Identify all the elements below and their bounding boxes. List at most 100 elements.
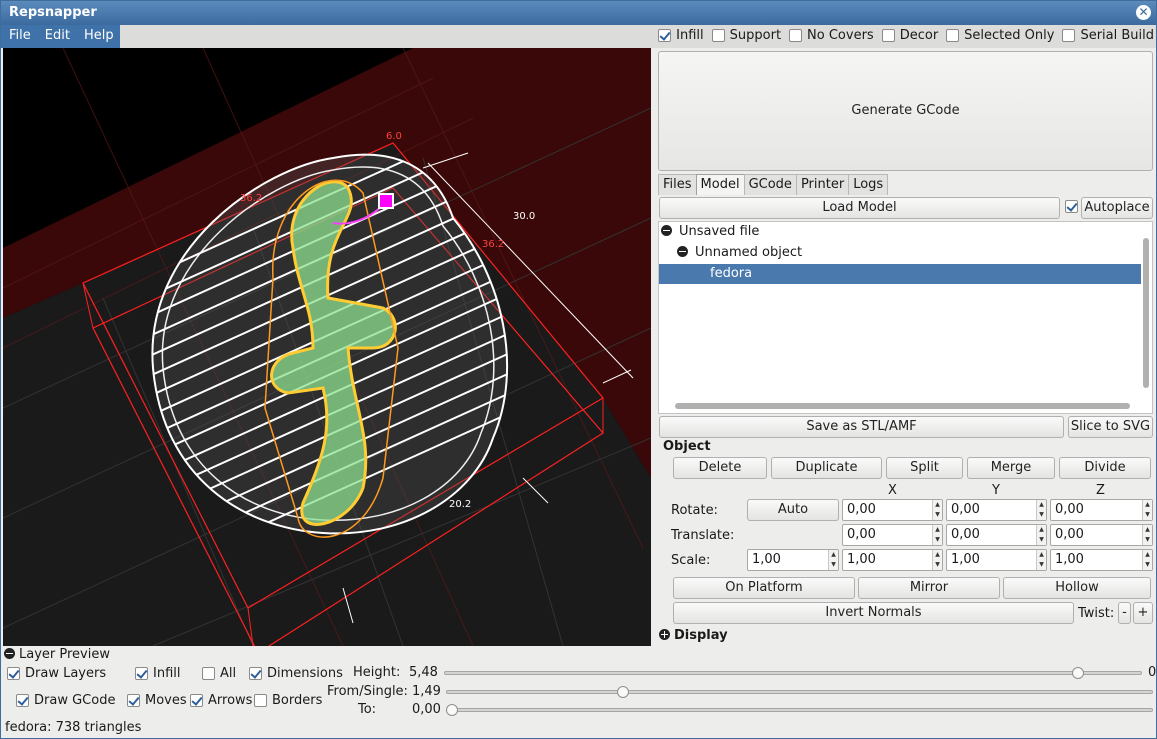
auto-rotate-button[interactable]: Auto (747, 499, 839, 521)
twist-label: Twist: (1078, 606, 1115, 621)
view-options: Infill Support No Covers Decor Selected … (650, 28, 1154, 43)
tree-row-file[interactable]: Unsaved file (659, 222, 1141, 242)
to-value: 0,00 (412, 702, 441, 717)
layer-preview-expander[interactable]: Layer Preview (4, 647, 110, 662)
print-preview[interactable]: 6.0 36.2 30.0 36.2 20.2 (3, 48, 651, 646)
scale-label: Scale: (671, 553, 711, 568)
checkbox-icon (1062, 29, 1076, 42)
dim-label-z: 6.0 (386, 131, 402, 142)
checkbox-icon (16, 694, 29, 707)
to-label: To: (358, 702, 377, 717)
from-single-slider[interactable] (446, 686, 1153, 698)
layer-infill-checkbox[interactable]: Infill (135, 666, 181, 681)
slice-svg-button[interactable]: Slice to SVG (1068, 416, 1153, 438)
borders-checkbox[interactable]: Borders (254, 693, 322, 708)
draw-layers-checkbox[interactable]: Draw Layers (7, 666, 106, 681)
checkbox-icon (249, 667, 262, 680)
app-window: Repsnapper ✕ File Edit Help Infill Suppo… (0, 0, 1157, 739)
hollow-button[interactable]: Hollow (1003, 577, 1151, 599)
load-model-button[interactable]: Load Model (659, 197, 1060, 219)
from-single-label: From/Single: (327, 684, 408, 699)
expand-icon (659, 629, 670, 640)
collapse-icon[interactable] (661, 225, 672, 236)
merge-button[interactable]: Merge (967, 457, 1055, 479)
height-slider-knob[interactable] (1072, 667, 1084, 679)
translate-z-input[interactable]: 0,00 ▲ ▼ (1050, 524, 1153, 546)
generate-gcode-button[interactable]: Generate GCode (658, 51, 1153, 171)
close-icon[interactable]: ✕ (1136, 5, 1151, 20)
checkbox-icon (127, 694, 140, 707)
checkbox-icon (135, 667, 148, 680)
serial-build-checkbox[interactable]: Serial Build (1062, 28, 1154, 43)
translate-y-input[interactable]: 0,00 ▲ ▼ (946, 524, 1047, 546)
rotate-y-input[interactable]: 0,00 ▲ ▼ (946, 499, 1047, 521)
support-checkbox[interactable]: Support (711, 28, 781, 43)
dim-label-width: 20.2 (449, 499, 471, 510)
tree-row-shape[interactable]: fedora (659, 264, 1141, 284)
menu-file[interactable]: File (1, 25, 37, 48)
selected-only-checkbox[interactable]: Selected Only (946, 28, 1054, 43)
all-checkbox[interactable]: All (202, 666, 236, 681)
selection-marker[interactable] (378, 193, 394, 209)
checkbox-icon (881, 29, 895, 42)
axis-x-label: X (888, 483, 897, 498)
save-stl-button[interactable]: Save as STL/AMF (659, 416, 1064, 438)
infill-checkbox[interactable]: Infill (658, 28, 704, 43)
tree-row-object[interactable]: Unnamed object (659, 243, 1141, 263)
invert-normals-button[interactable]: Invert Normals (673, 602, 1074, 624)
twist-minus-button[interactable]: - (1118, 602, 1131, 624)
title-bar: Repsnapper ✕ (1, 1, 1156, 25)
collapse-icon (4, 648, 15, 659)
draw-gcode-checkbox[interactable]: Draw GCode (16, 693, 115, 708)
twist-plus-button[interactable]: + (1133, 602, 1153, 624)
tree-hscrollbar[interactable] (659, 400, 1139, 412)
checkbox-icon (946, 29, 960, 42)
model-tree[interactable]: Unsaved file Unnamed object fedora (658, 221, 1153, 414)
menu-edit[interactable]: Edit (37, 25, 76, 48)
decor-checkbox[interactable]: Decor (881, 28, 938, 43)
mirror-button[interactable]: Mirror (858, 577, 1000, 599)
from-single-slider-knob[interactable] (617, 686, 629, 698)
checkbox-icon (1065, 200, 1078, 213)
display-expander[interactable]: Display (659, 628, 728, 643)
height-slider[interactable] (444, 667, 1142, 679)
status-text: fedora: 738 triangles (5, 720, 142, 735)
height-value: 5,48 (409, 665, 438, 680)
on-platform-button[interactable]: On Platform (673, 577, 855, 599)
arrows-checkbox[interactable]: Arrows (190, 693, 252, 708)
to-slider-knob[interactable] (446, 704, 458, 716)
3d-viewport[interactable]: 6.0 36.2 30.0 36.2 20.2 (3, 48, 651, 646)
scale-x-input[interactable]: 1,00 ▲ ▼ (842, 549, 943, 571)
tab-model[interactable]: Model (695, 174, 745, 195)
translate-label: Translate: (671, 528, 735, 543)
scale-z-input[interactable]: 1,00 ▲ ▼ (1050, 549, 1153, 571)
no-covers-checkbox[interactable]: No Covers (789, 28, 874, 43)
autoplace-button[interactable]: Autoplace (1081, 197, 1153, 219)
scale-y-input[interactable]: 1,00 ▲ ▼ (946, 549, 1047, 571)
dimensions-checkbox[interactable]: Dimensions (249, 666, 343, 681)
collapse-icon[interactable] (677, 246, 688, 257)
tab-gcode[interactable]: GCode (743, 174, 797, 195)
rotate-z-input[interactable]: 0,00 ▲ ▼ (1050, 499, 1153, 521)
to-slider[interactable] (446, 704, 1153, 716)
delete-button[interactable]: Delete (673, 457, 767, 479)
tab-files[interactable]: Files (658, 174, 697, 195)
tab-logs[interactable]: Logs (848, 174, 889, 195)
tab-printer[interactable]: Printer (795, 174, 850, 195)
checkbox-icon (202, 667, 215, 680)
split-button[interactable]: Split (886, 457, 963, 479)
from-single-value: 1,49 (412, 684, 441, 699)
rotate-label: Rotate: (671, 503, 718, 518)
tree-vscrollbar[interactable] (1141, 222, 1151, 400)
status-bar: fedora: 738 triangles (1, 718, 1156, 738)
rotate-x-input[interactable]: 0,00 ▲ ▼ (842, 499, 943, 521)
moves-checkbox[interactable]: Moves (127, 693, 187, 708)
axis-z-label: Z (1096, 483, 1105, 498)
scale-all-input[interactable]: 1,00 ▲ ▼ (747, 549, 839, 571)
menu-help[interactable]: Help (76, 25, 120, 48)
translate-x-input[interactable]: 0,00 ▲ ▼ (842, 524, 943, 546)
checkbox-icon (711, 29, 725, 42)
menu-bar: File Edit Help Infill Support No Covers … (1, 25, 1156, 48)
divide-button[interactable]: Divide (1059, 457, 1151, 479)
duplicate-button[interactable]: Duplicate (771, 457, 882, 479)
